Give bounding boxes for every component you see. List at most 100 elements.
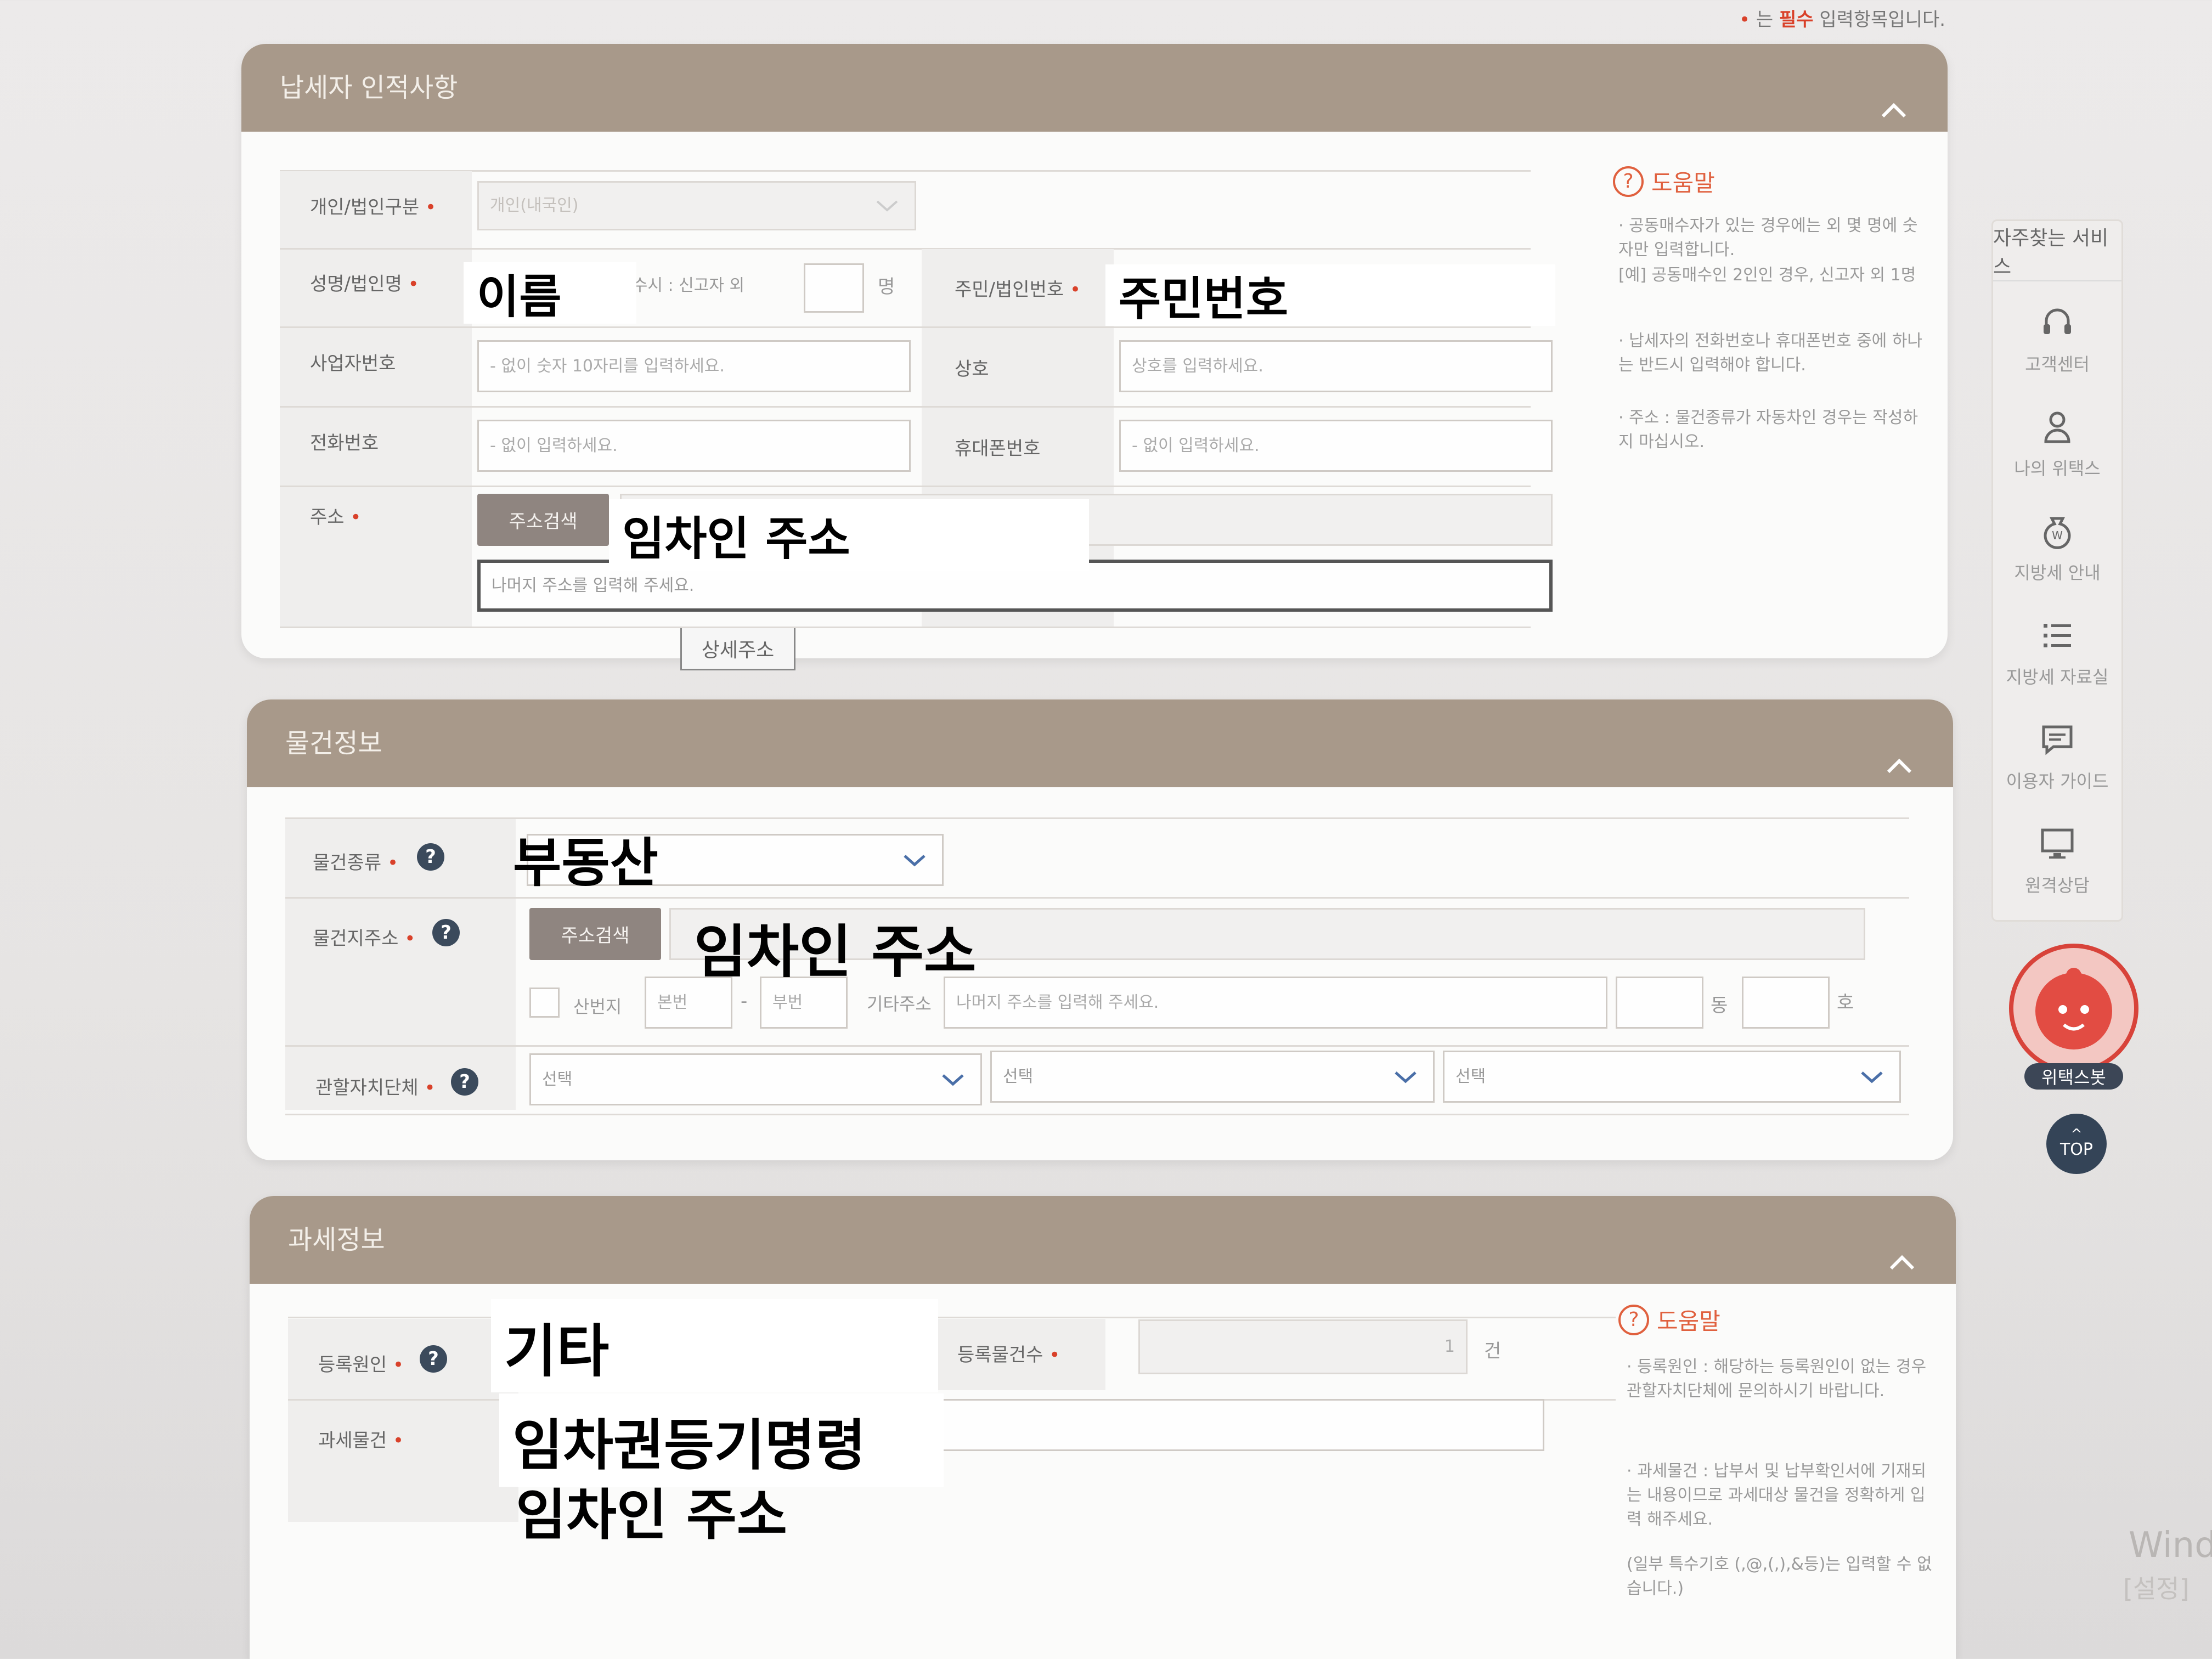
mobile-input[interactable]: - 없이 입력하세요. [1119,420,1553,472]
scroll-top-button[interactable]: ^ TOP [2046,1114,2107,1174]
type-label: 개인/법인구분 • [310,196,437,218]
etc-address-input[interactable]: 나머지 주소를 입력해 주세요. [944,977,1607,1029]
collapse-chevron-icon[interactable] [1887,1224,1917,1270]
dong-input[interactable] [1616,977,1703,1029]
object-overlay-address: 임차인 주소 [516,1483,787,1547]
rrn-label: 주민/법인번호 • [955,279,1081,301]
wetax-bot-label[interactable]: 위택스봇 [2024,1063,2123,1090]
divider [280,406,1531,408]
divider [280,248,1531,250]
divider [285,1114,1909,1115]
side-item-local-tax-library[interactable]: 지방세 자료실 [1993,616,2121,720]
address-search-button[interactable]: 주소검색 [477,494,609,546]
question-circle-icon: ? [1613,166,1644,197]
section-header[interactable]: 과세정보 [250,1196,1956,1284]
help-heading: ? 도움말 [1618,1303,1720,1336]
help-item: · 납세자의 전화번호나 휴대폰번호 중에 하나는 반드시 입력해야 합니다. [1618,331,1923,375]
address-overlay: 임차인 주소 [609,499,1089,571]
divider [280,326,1531,328]
ho-input[interactable] [1742,977,1830,1029]
side-item-my-wetax[interactable]: 나의 위택스 [1993,408,2121,512]
question-circle-icon: ? [1618,1304,1649,1335]
mountain-checkbox[interactable] [529,988,560,1018]
etc-address-label: 기타주소 [867,994,932,1014]
label-column [280,171,472,627]
divider [280,486,1531,487]
address-label: 주소 • [310,506,362,528]
taxpayer-section: 납세자 인적사항 개인/법인구분 • 개인(내국인) 성명/법인명 • 공동매수… [241,44,1948,670]
authority-select-3[interactable]: 선택 [1443,1051,1901,1103]
kind-overlay: 부동산 [513,832,658,894]
dong-unit: 동 [1711,995,1728,1017]
side-item-user-guide[interactable]: 이용자 가이드 [1993,720,2121,825]
section-header[interactable]: 납세자 인적사항 [241,44,1948,132]
money-bag-icon: W [2038,512,2076,550]
quick-services-panel: 자주찾는 서비스 고객센터 나의 위택스 W 지방세 안내 지방세 자료실 이용… [1991,219,2123,922]
divider [285,897,1909,899]
section-title: 과세정보 [288,1224,385,1255]
help-item: · 주소 : 물건종류가 자동차인 경우는 작성하지 마십시오. [1618,408,1918,452]
svg-text:W: W [2052,529,2063,542]
cause-overlay: 기타 [491,1299,938,1392]
kind-label: 물건종류 • [313,852,398,874]
collapse-chevron-icon[interactable] [1884,728,1915,774]
chevron-down-icon [902,853,927,868]
authority-select-2[interactable]: 선택 [990,1051,1435,1103]
property-section: 물건정보 물건종류 • ? 물건지주소 • ? 주소검색 산번지 본번 - 부번… [247,699,1953,1160]
help-item: [예] 공동매수인 2인인 경우, 신고자 외 1명 [1618,266,1916,285]
help-heading: ? 도움말 [1613,165,1715,198]
chevron-down-icon [941,1072,965,1087]
chat-icon [2038,720,2076,759]
section-title: 물건정보 [285,728,382,759]
ho-unit: 호 [1837,992,1854,1014]
help-item: (일부 특수기호 (,@,(,),&등)는 입력할 수 없습니다.) [1627,1555,1932,1598]
bizno-label: 사업자번호 [310,353,396,375]
side-item-local-tax-guide[interactable]: W 지방세 안내 [1993,512,2121,616]
bot-character-icon [2035,968,2112,1049]
name-overlay: 이름 [464,262,636,324]
joint-count-input[interactable] [804,263,864,313]
help-item: · 과세물건 : 납부서 및 납부확인서에 기재되는 내용이므로 과세대상 물건… [1627,1462,1927,1529]
cause-label: 등록원인 • [318,1354,404,1376]
list-icon [2038,616,2076,654]
required-field-note: • 는 필수 입력항목입니다. [1739,9,1946,31]
divider [285,1045,1909,1047]
help-question-icon[interactable]: ? [451,1068,478,1096]
chevron-down-icon [1393,1069,1418,1085]
person-icon [2038,408,2076,446]
object-label: 과세물건 • [318,1430,404,1452]
address-search-button[interactable]: 주소검색 [529,908,661,960]
company-label: 상호 [955,358,989,380]
company-input[interactable]: 상호를 입력하세요. [1119,340,1553,392]
bizno-input[interactable]: - 없이 숫자 10자리를 입력하세요. [477,340,911,392]
name-label: 성명/법인명 • [310,273,419,295]
quick-services-title: 자주찾는 서비스 [1993,221,2121,281]
wetax-bot-avatar[interactable] [2009,944,2138,1073]
dash-text: - [741,990,748,1012]
phone-input[interactable]: - 없이 입력하세요. [477,420,911,472]
detail-address-tooltip: 상세주소 [680,627,795,670]
side-item-remote-consult[interactable]: 원격상담 [1993,825,2121,929]
chevron-up-icon: ^ [2070,1126,2083,1143]
authority-label: 관할자치단체 • [315,1077,436,1099]
divider [288,1317,1616,1318]
section-header[interactable]: 물건정보 [247,699,1953,787]
phone-label: 전화번호 [310,432,379,454]
type-select[interactable]: 개인(내국인) [477,181,916,230]
count-input: 1 [1138,1319,1468,1374]
help-question-icon[interactable]: ? [417,843,444,871]
help-item: · 등록원인 : 해당하는 등록원인이 없는 경우 관할자치단체에 문의하시기 … [1627,1357,1927,1401]
rrn-overlay: 주민번호 [1105,264,1555,326]
side-item-customer-center[interactable]: 고객센터 [1993,303,2121,408]
authority-select-1[interactable]: 선택 [529,1053,982,1105]
divider [285,817,1909,819]
windows-activation-watermark: Wind [2129,1525,2212,1566]
mobile-label: 휴대폰번호 [955,438,1041,460]
help-question-icon[interactable]: ? [420,1345,447,1373]
chevron-down-icon [875,198,899,213]
help-question-icon[interactable]: ? [432,919,460,946]
collapse-chevron-icon[interactable] [1878,72,1909,118]
count-unit: 건 [1484,1340,1502,1362]
divider [280,627,1531,628]
joint-unit: 명 [878,276,895,298]
